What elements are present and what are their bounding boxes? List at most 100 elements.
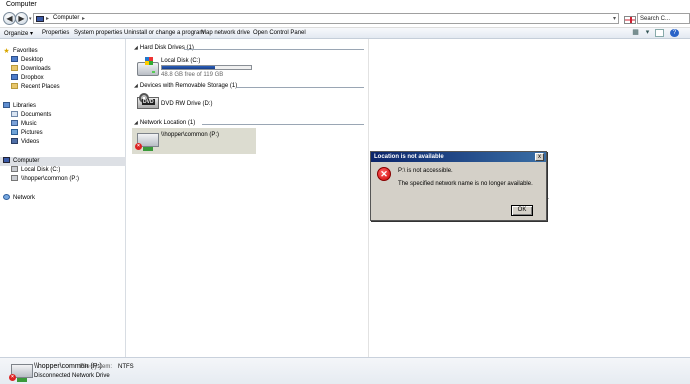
nav-downloads-label: Downloads [21, 66, 51, 72]
dvd-drive-icon[interactable]: DVD [137, 93, 159, 109]
videos-icon [11, 138, 18, 144]
nav-desktop[interactable]: Desktop [11, 56, 134, 65]
address-location[interactable]: Computer [53, 15, 79, 21]
dvd-drive-name[interactable]: DVD RW Drive (D:) [161, 101, 213, 107]
network-icon [3, 194, 10, 200]
local-disk-free: 48.8 GB free of 119 GB [161, 72, 224, 78]
network-cable-icon [143, 147, 153, 151]
window-title: Computer [0, 0, 690, 9]
nav-pictures[interactable]: Pictures [11, 129, 134, 138]
disconnected-drive-icon: × [135, 133, 159, 151]
network-drive-item[interactable]: × \\hopper\common (P:) [132, 128, 256, 154]
downloads-folder-icon [11, 65, 18, 71]
nav-dropbox-label: Dropbox [21, 75, 44, 81]
computer-icon [36, 16, 44, 22]
address-bar[interactable]: ▸ Computer ▸ ▾ [33, 13, 619, 24]
system-properties-button[interactable]: System properties [74, 30, 122, 36]
organize-label: Organize [4, 31, 29, 37]
local-disk-icon[interactable] [137, 57, 159, 76]
nav-local-disk[interactable]: Local Disk (C:) [11, 166, 134, 175]
desktop-icon [11, 56, 18, 62]
network-drive-name: \\hopper\common (P:) [161, 132, 220, 138]
chevron-right-icon[interactable]: ▸ [46, 15, 49, 22]
group-divider [184, 49, 364, 50]
help-icon[interactable]: ? [670, 29, 679, 37]
details-drive-type: Disconnected Network Drive [34, 373, 110, 379]
computer-icon [3, 157, 10, 163]
nav-network[interactable]: Network [3, 194, 126, 203]
dropbox-icon [11, 74, 18, 80]
nav-network-drive[interactable]: \\hopper\common (P:) [11, 175, 134, 184]
local-disk-name[interactable]: Local Disk (C:) [161, 58, 200, 64]
nav-network-drive-label: \\hopper\common (P:) [21, 176, 80, 182]
collapse-arrow-icon: ◢ [134, 45, 138, 51]
nav-downloads[interactable]: Downloads [11, 65, 134, 74]
map-network-drive-button[interactable]: Map network drive [201, 30, 250, 36]
nav-favorites[interactable]: ★ Favorites [3, 47, 126, 56]
view-options-icon[interactable]: ▦ [631, 29, 640, 37]
drive-led-icon [152, 71, 155, 73]
organize-menu[interactable]: Organize ▾ [4, 30, 33, 37]
view-dropdown-icon[interactable]: ▾ [643, 29, 652, 37]
documents-icon [11, 111, 18, 117]
dialog-message: P:\ is not accessible. [398, 168, 453, 174]
group-hard-disk[interactable]: ◢ Hard Disk Drives (1) [134, 45, 194, 51]
chevron-down-icon: ▾ [30, 31, 34, 37]
chevron-right-icon[interactable]: ▸ [82, 15, 85, 22]
nav-videos[interactable]: Videos [11, 138, 134, 147]
group-network-label: Network Location (1) [139, 120, 196, 126]
open-control-panel-button[interactable]: Open Control Panel [253, 30, 306, 36]
hard-drive-icon [11, 166, 18, 172]
nav-videos-label: Videos [21, 139, 40, 145]
address-dropdown-icon[interactable]: ▾ [613, 15, 616, 22]
group-divider [237, 87, 364, 88]
address-row: ◀ ▶ ▾ ▸ Computer ▸ ▾ Search C... [0, 9, 690, 28]
nav-documents[interactable]: Documents [11, 111, 134, 120]
dialog-title: Location is not available [371, 152, 546, 162]
group-removable[interactable]: ◢ Devices with Removable Storage (1) [134, 83, 237, 89]
nav-music-label: Music [21, 121, 37, 127]
network-drive-icon [11, 175, 18, 181]
disk-usage-fill [162, 66, 215, 69]
nav-dropbox[interactable]: Dropbox [11, 74, 134, 83]
music-icon [11, 120, 18, 126]
command-bar: Organize ▾ Properties System properties … [0, 28, 690, 39]
nav-music[interactable]: Music [11, 120, 134, 129]
dvd-badge: DVD [142, 99, 155, 105]
uninstall-program-button[interactable]: Uninstall or change a program [124, 30, 204, 36]
collapse-arrow-icon: ◢ [134, 83, 138, 89]
details-fs-label: File system: [80, 364, 113, 370]
close-icon[interactable]: x [535, 153, 544, 161]
nav-favorites-label: Favorites [13, 48, 38, 54]
nav-recent-places[interactable]: Recent Places [11, 83, 134, 92]
nav-desktop-label: Desktop [21, 57, 44, 63]
nav-computer[interactable]: Computer [0, 157, 126, 166]
collapse-arrow-icon: ◢ [134, 120, 138, 126]
group-removable-label: Devices with Removable Storage (1) [139, 83, 238, 89]
nav-network-label: Network [13, 195, 36, 201]
nav-computer-label: Computer [13, 158, 40, 164]
libraries-icon [3, 102, 10, 108]
group-hard-disk-label: Hard Disk Drives (1) [139, 45, 194, 51]
nav-libraries[interactable]: Libraries [3, 102, 126, 111]
recent-places-icon [11, 83, 18, 89]
dialog-detail: The specified network name is no longer … [398, 181, 533, 187]
group-divider [202, 124, 364, 125]
forward-button[interactable]: ▶ [15, 12, 28, 25]
recent-pages-dropdown[interactable]: ▾ [29, 16, 32, 22]
nav-local-disk-label: Local Disk (C:) [21, 167, 61, 173]
search-input[interactable]: Search C... [637, 13, 690, 24]
star-icon: ★ [3, 48, 10, 55]
group-network[interactable]: ◢ Network Location (1) [134, 120, 195, 126]
nav-libraries-label: Libraries [13, 103, 37, 109]
disconnected-drive-icon: × [9, 364, 33, 382]
flag-icon[interactable] [624, 16, 636, 24]
ok-button[interactable]: OK [511, 205, 533, 216]
windows-logo-icon [145, 57, 153, 65]
nav-recent-places-label: Recent Places [21, 84, 60, 90]
error-x-icon: × [9, 374, 16, 381]
properties-button[interactable]: Properties [42, 30, 69, 36]
details-pane: × \\hopper\common (P:) File system: NTFS… [0, 357, 690, 384]
preview-pane-icon[interactable] [655, 29, 664, 37]
error-icon: ✕ [377, 167, 391, 181]
